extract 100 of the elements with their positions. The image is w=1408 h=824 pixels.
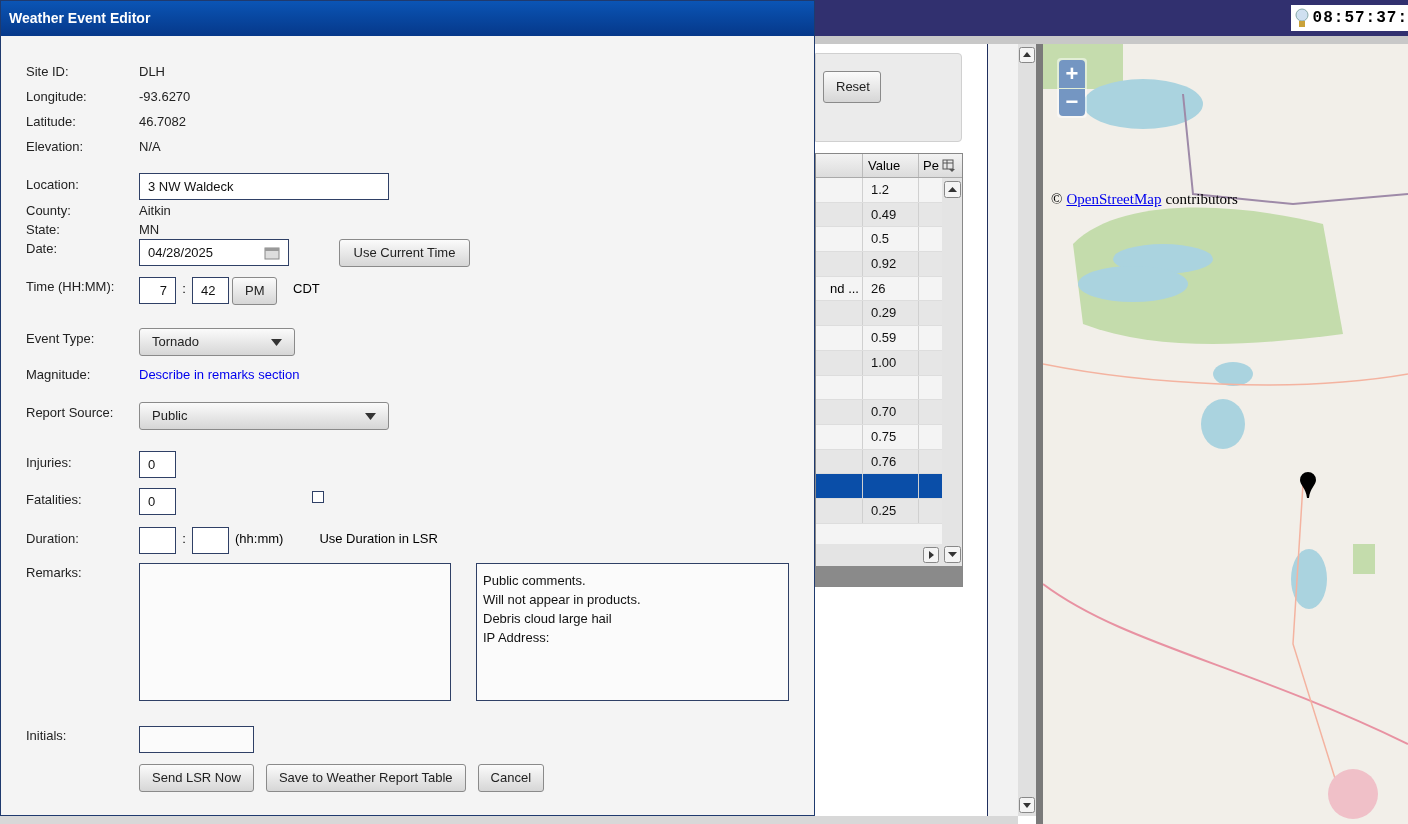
- table-cell: 0.70: [863, 400, 919, 424]
- table-row[interactable]: 0.5: [816, 227, 942, 253]
- scroll-up-icon[interactable]: [1019, 47, 1035, 63]
- field-label: Longitude:: [26, 88, 88, 106]
- table-cell: 0.76: [863, 449, 919, 474]
- duration-minutes-field[interactable]: [192, 527, 229, 554]
- field-label: Remarks:: [26, 564, 83, 582]
- scroll-right-icon[interactable]: [923, 547, 939, 563]
- field-value: DLH: [139, 63, 165, 81]
- timezone-text: CDT: [293, 280, 320, 298]
- comment-line: Will not appear in products.: [483, 591, 642, 609]
- field-label: Location:: [26, 176, 80, 194]
- duration-unit: (hh:mm): [235, 530, 284, 548]
- field-label: Date:: [26, 240, 59, 258]
- field-value: -93.6270: [139, 88, 191, 106]
- field-value: N/A: [139, 138, 161, 156]
- caret-icon: [271, 338, 282, 346]
- public-comments-field[interactable]: Public comments. Will not appear in products. Debris cloud large hail IP Address:: [476, 563, 789, 701]
- field-value: 46.7082: [139, 113, 186, 131]
- calendar-icon[interactable]: [264, 245, 280, 260]
- map[interactable]: + − © OpenStreetMap contributors: [1043, 44, 1408, 824]
- field-label: Duration:: [26, 530, 80, 548]
- table-cell: 0.59: [863, 326, 919, 350]
- time-separator: :: [181, 280, 187, 298]
- copyright-text: ©: [1051, 190, 1063, 209]
- table-row[interactable]: [816, 474, 942, 499]
- fatalities-field[interactable]: 0: [139, 488, 176, 515]
- attribution-text: contributors: [1165, 190, 1238, 209]
- dialog-button[interactable]: Send LSR Now: [139, 764, 254, 792]
- duration-hours-field[interactable]: [139, 527, 176, 554]
- reset-button[interactable]: Reset: [823, 71, 881, 103]
- clock: 08:57:37:: [1290, 5, 1408, 31]
- table-row[interactable]: 1.2: [816, 178, 942, 203]
- column-menu-icon[interactable]: [942, 159, 955, 172]
- table-cell: 1.00: [863, 350, 919, 375]
- table-row[interactable]: 1.00: [816, 350, 942, 376]
- table-row[interactable]: 0.49: [816, 202, 942, 228]
- table-row[interactable]: 0.59: [816, 326, 942, 351]
- table-row[interactable]: 0.75: [816, 424, 942, 450]
- table-cell: 26: [863, 276, 919, 301]
- table-cell: 0.92: [863, 252, 919, 276]
- table-row[interactable]: 0.76: [816, 449, 942, 475]
- table-cell: nd ...: [816, 276, 863, 301]
- minute-field[interactable]: 42: [192, 277, 229, 304]
- map-pin-icon[interactable]: [1300, 472, 1316, 498]
- table-cell: 0.5: [863, 227, 919, 252]
- comment-line: Debris cloud large hail: [483, 610, 613, 628]
- field-label: State:: [26, 221, 61, 239]
- event-type-dropdown[interactable]: Tornado: [139, 328, 295, 356]
- field-label: Site ID:: [26, 63, 70, 81]
- use-duration-checkbox[interactable]: [312, 491, 324, 503]
- initials-field[interactable]: [139, 726, 254, 753]
- table-cell: 0.25: [863, 498, 919, 523]
- table-cell: 0.75: [863, 424, 919, 449]
- field-label: Time (HH:MM):: [26, 278, 116, 296]
- dialog-button[interactable]: Cancel: [477, 764, 545, 792]
- am-pm-button[interactable]: PM: [232, 277, 277, 305]
- table-row[interactable]: nd ... 26: [816, 276, 942, 302]
- field-label: Injuries:: [26, 454, 73, 472]
- table-row[interactable]: 0.70: [816, 400, 942, 425]
- column-header[interactable]: Pe: [919, 154, 942, 177]
- duration-separator: :: [181, 530, 187, 548]
- column-header[interactable]: Value: [863, 154, 919, 177]
- magnitude-text: Describe in remarks section: [139, 366, 300, 384]
- field-label: Elevation:: [26, 138, 85, 156]
- field-label: Latitude:: [26, 113, 77, 131]
- comment-line: Public comments.: [483, 572, 587, 590]
- table-cell: 1.2: [863, 178, 919, 202]
- horizontal-scrollbar[interactable]: [816, 544, 942, 566]
- field-value: MN: [139, 221, 160, 239]
- scroll-up-icon[interactable]: [943, 181, 961, 198]
- field-value: Aitkin: [139, 201, 171, 220]
- vertical-scrollbar[interactable]: [1018, 44, 1036, 816]
- comment-line: IP Address:: [483, 629, 551, 647]
- table-cell: 0.29: [863, 301, 919, 326]
- caret-icon: [365, 412, 376, 420]
- attribution-link[interactable]: OpenStreetMap: [1066, 188, 1162, 211]
- field-label: Magnitude:: [26, 366, 92, 384]
- use-current-time-button[interactable]: Use Current Time: [339, 239, 470, 267]
- horizontal-scrollbar[interactable]: [0, 816, 1018, 824]
- location-field[interactable]: 3 NW Waldeck: [139, 173, 389, 200]
- table-row[interactable]: 0.29: [816, 301, 942, 327]
- vertical-scrollbar[interactable]: [942, 178, 962, 566]
- table-row[interactable]: 0.25: [816, 498, 942, 524]
- use-duration-label: Use Duration in LSR: [319, 530, 438, 548]
- table-cell: 0.49: [863, 202, 919, 227]
- light-bulb-icon: [1294, 8, 1309, 28]
- remarks-field[interactable]: [139, 563, 451, 701]
- scroll-down-icon[interactable]: [1019, 797, 1035, 813]
- hour-field[interactable]: 7: [139, 277, 176, 304]
- field-label: Initials:: [26, 727, 68, 745]
- date-field[interactable]: 04/28/2025: [139, 239, 289, 266]
- table-row[interactable]: 0.92: [816, 252, 942, 277]
- scroll-down-icon[interactable]: [943, 546, 961, 563]
- field-label: Fatalities:: [26, 491, 83, 509]
- report-source-dropdown[interactable]: Public: [139, 402, 389, 430]
- injuries-field[interactable]: 0: [139, 451, 176, 478]
- field-label: Event Type:: [26, 330, 96, 348]
- dialog-button[interactable]: Save to Weather Report Table: [265, 764, 466, 792]
- field-label: Report Source:: [26, 404, 115, 422]
